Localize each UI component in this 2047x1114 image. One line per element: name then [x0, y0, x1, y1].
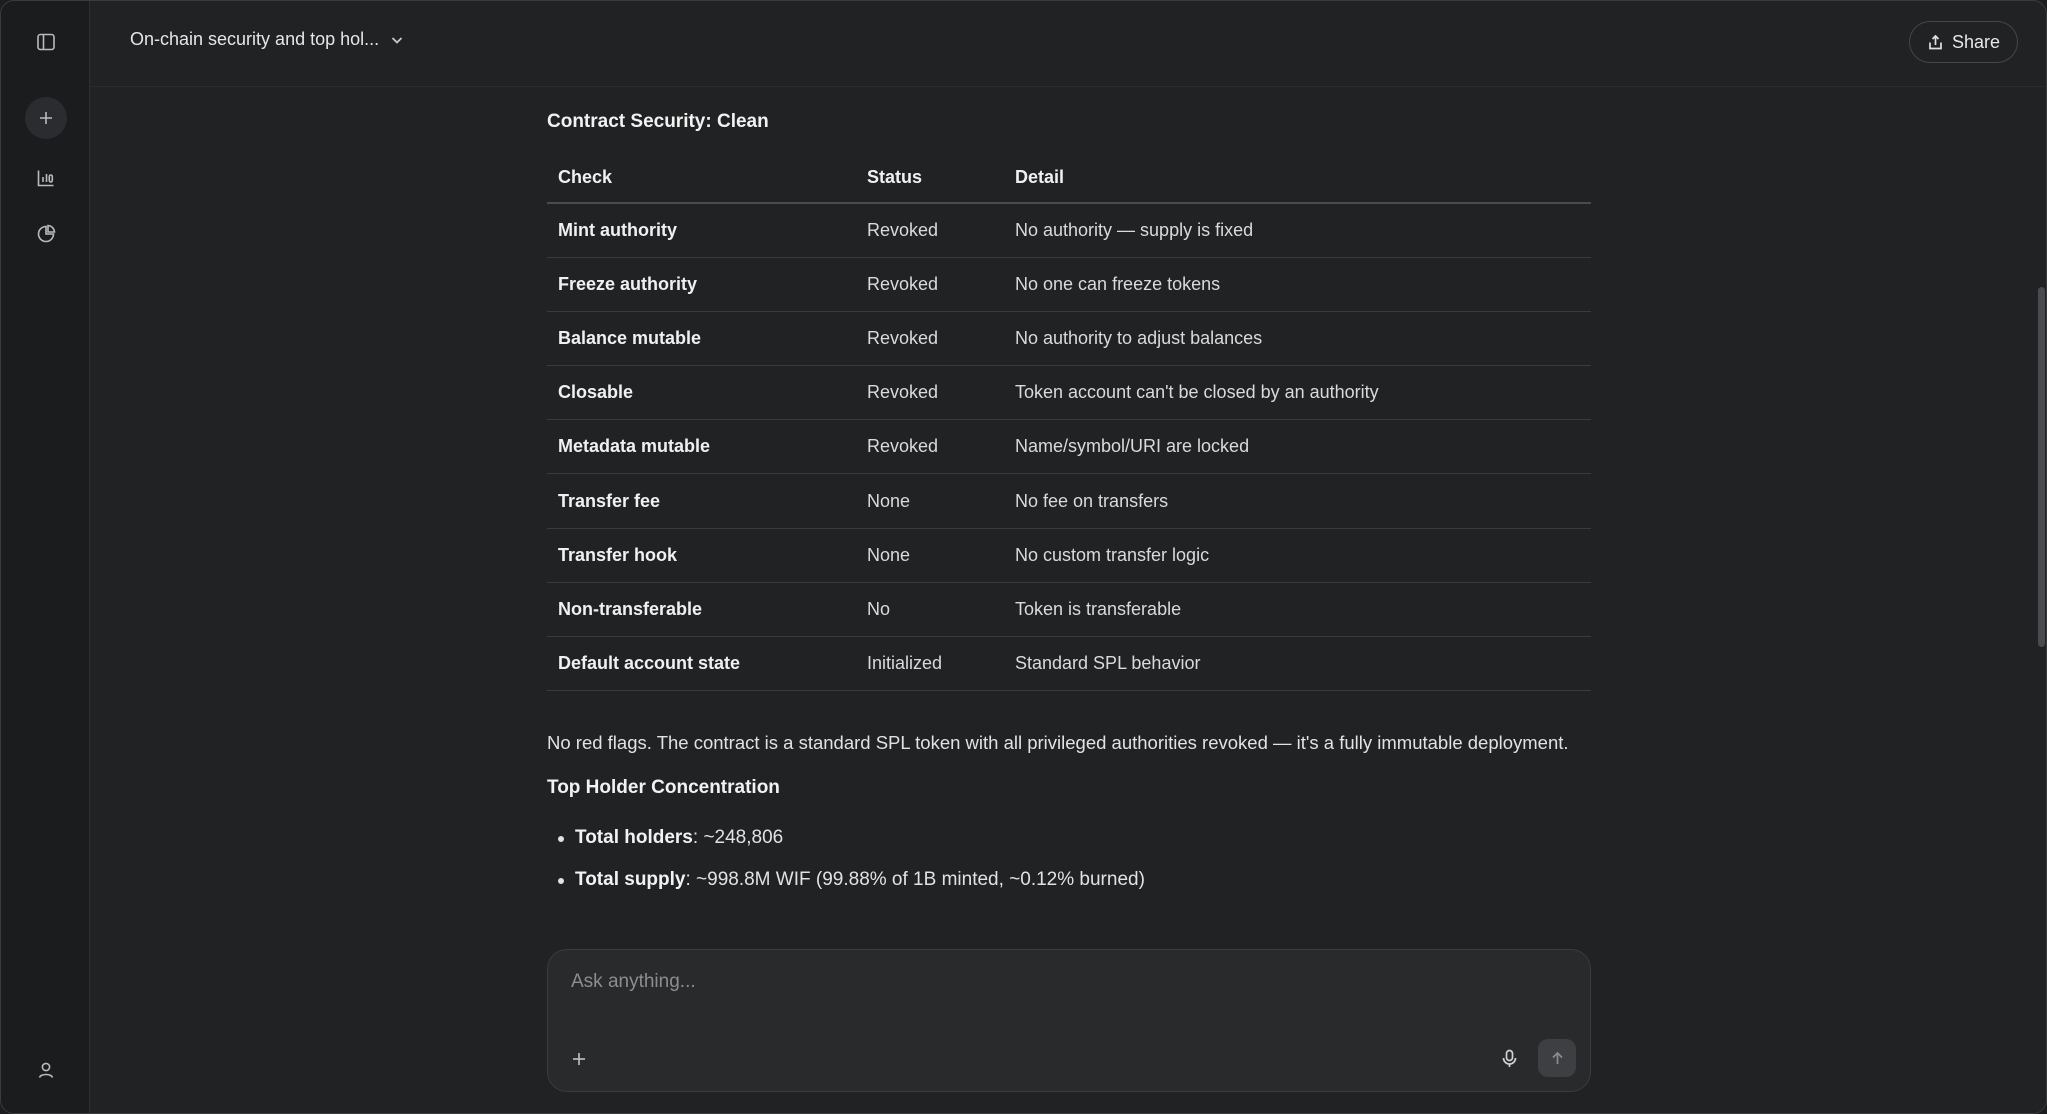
cell-detail: No authority to adjust balances	[1004, 311, 1591, 367]
security-table: Check Status Detail Mint authority Revoke…	[547, 153, 1591, 692]
cell-check: Transfer hook	[547, 528, 856, 583]
plus-icon	[573, 1053, 585, 1065]
cell-check: Default account state	[547, 636, 856, 692]
attach-button[interactable]	[568, 1048, 590, 1070]
cell-detail: No one can freeze tokens	[1004, 257, 1591, 312]
cell-status: Revoked	[856, 257, 1004, 312]
account-button[interactable]	[25, 1049, 67, 1091]
table-row: Transfer hook None No custom transfer logi…	[547, 528, 1591, 583]
bullet-label: Total holders	[575, 827, 693, 849]
cell-status: Revoked	[856, 365, 1004, 421]
table-row: Mint authority Revoked No authority — supp…	[547, 203, 1591, 258]
conversation-title-dropdown[interactable]: On-chain security and top hol...	[130, 29, 405, 50]
cell-check: Freeze authority	[547, 257, 856, 312]
cell-detail: No authority — supply is fixed	[1004, 203, 1591, 258]
cell-status: Initialized	[856, 636, 1004, 692]
list-item: Total holders: ~248,806	[547, 817, 1591, 859]
sidebar-toggle-button[interactable]	[25, 21, 67, 63]
list-item: Total supply: ~998.8M WIF (99.88% of 1B …	[547, 859, 1591, 901]
arrow-up-icon	[1551, 1051, 1563, 1064]
microphone-icon	[1502, 1049, 1517, 1067]
column-header-status: Status	[856, 153, 1004, 204]
holder-stats-list: Total holders: ~248,806 Total supply: ~9…	[547, 817, 1591, 901]
cell-detail: No fee on transfers	[1004, 473, 1591, 529]
plus-icon	[40, 112, 52, 124]
table-row: Non-transferable No Token is transferable	[547, 582, 1591, 638]
voice-input-button[interactable]	[1499, 1048, 1520, 1069]
bullet-label: Total supply	[575, 869, 686, 891]
analytics-button[interactable]	[25, 157, 67, 199]
cell-check: Closable	[547, 365, 856, 421]
share-icon	[1929, 34, 1942, 49]
chevron-down-icon	[392, 36, 403, 44]
user-icon	[38, 1062, 54, 1078]
conversation-title: On-chain security and top hol...	[130, 29, 380, 49]
table-row: Balance mutable Revoked No authority to ad…	[547, 311, 1591, 367]
share-label: Share	[1951, 31, 2000, 52]
top-bar: On-chain security and top hol... Share	[90, 1, 2046, 87]
scrollbar-thumb[interactable]	[2038, 287, 2045, 647]
bullet-value: : ~998.8M WIF (99.88% of 1B minted, ~0.1…	[685, 869, 1145, 891]
bullet-value: : ~248,806	[692, 827, 784, 849]
cell-status: None	[856, 473, 1004, 529]
cell-check: Non-transferable	[547, 582, 856, 638]
cell-detail: No custom transfer logic	[1004, 528, 1591, 583]
cell-detail: Name/symbol/URI are locked	[1004, 419, 1591, 475]
share-button[interactable]: Share	[1908, 21, 2018, 63]
column-header-detail: Detail	[1004, 153, 1591, 204]
cell-detail: Token is transferable	[1004, 582, 1591, 638]
table-header-row: Check Status Detail	[547, 153, 1591, 204]
cell-check: Balance mutable	[547, 311, 856, 367]
composer-input[interactable]: Ask anything...	[571, 971, 696, 993]
chart-icon	[37, 170, 54, 187]
scrollbar[interactable]	[2036, 87, 2046, 1113]
cell-check: Transfer fee	[547, 473, 856, 529]
security-summary: No red flags. The contract is a standard…	[547, 732, 1569, 754]
table-row: Closable Revoked Token account can't be cl…	[547, 365, 1591, 421]
message-content: Contract Security: Clean Check Status De…	[547, 111, 1591, 901]
cell-status: Revoked	[856, 419, 1004, 475]
cell-check: Mint authority	[547, 203, 856, 258]
table-row: Transfer fee None No fee on transfers	[547, 473, 1591, 529]
table-row: Default account state Initialized Standard…	[547, 636, 1591, 692]
sidebar-toggle-icon	[37, 33, 55, 51]
cell-status: Revoked	[856, 203, 1004, 258]
cell-detail: Token account can't be closed by an auth…	[1004, 365, 1591, 421]
portfolio-button[interactable]	[25, 213, 67, 255]
column-header-check: Check	[547, 153, 856, 204]
cell-status: None	[856, 528, 1004, 583]
table-row: Metadata mutable Revoked Name/symbol/URI a…	[547, 419, 1591, 475]
pie-chart-icon	[37, 224, 56, 243]
new-chat-button[interactable]	[25, 97, 67, 139]
cell-detail: Standard SPL behavior	[1004, 636, 1591, 692]
table-row: Freeze authority Revoked No one can freeze…	[547, 257, 1591, 312]
message-composer[interactable]: Ask anything...	[547, 949, 1591, 1092]
section-title-holders: Top Holder Concentration	[547, 777, 780, 799]
cell-status: No	[856, 582, 1004, 638]
send-button[interactable]	[1538, 1039, 1576, 1077]
cell-check: Metadata mutable	[547, 419, 856, 475]
left-rail	[1, 1, 90, 1113]
cell-status: Revoked	[856, 311, 1004, 367]
app-window: On-chain security and top hol... Share C…	[0, 0, 2047, 1114]
section-title-security: Contract Security: Clean	[547, 111, 769, 132]
